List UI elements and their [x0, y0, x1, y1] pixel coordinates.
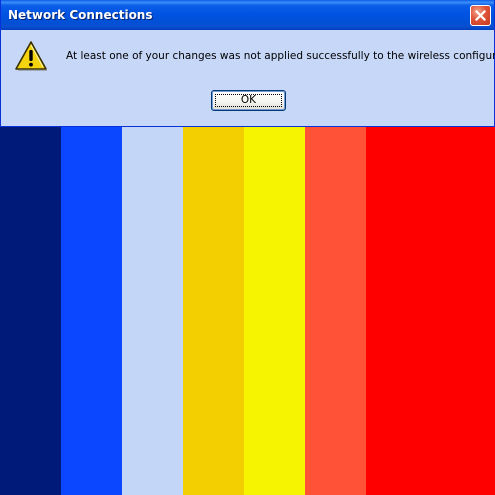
- ok-button-label: OK: [215, 94, 282, 107]
- message-dialog: Network Connections At least one of your…: [0, 0, 495, 127]
- ok-button[interactable]: OK: [211, 90, 286, 111]
- dialog-title: Network Connections: [8, 8, 153, 22]
- dialog-message: At least one of your changes was not app…: [66, 50, 495, 62]
- warning-icon: [15, 41, 47, 71]
- title-bar[interactable]: Network Connections: [1, 0, 494, 30]
- screen: Network Connections At least one of your…: [0, 0, 495, 495]
- close-icon: [475, 10, 486, 21]
- close-button[interactable]: [470, 5, 491, 26]
